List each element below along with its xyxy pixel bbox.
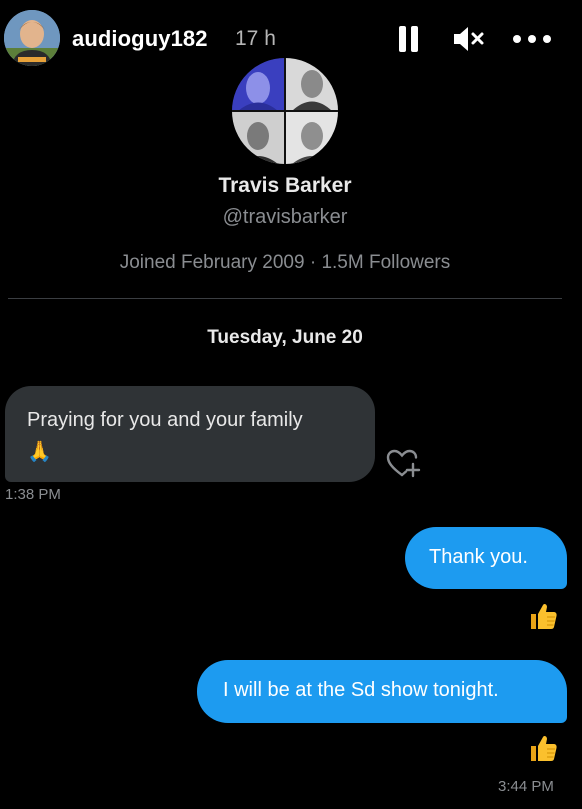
message-text: Praying for you and your family [27,409,303,431]
user-avatar-icon [4,10,60,66]
profile-handle: @travisbarker [222,206,348,228]
message-timestamp: 1:38 PM [5,486,61,503]
message-bubble-outgoing[interactable]: Thank you. [405,527,567,589]
thumbs-up-reaction-icon[interactable] [528,601,558,631]
story-timestamp: 17 h [235,27,276,50]
user-avatar[interactable] [4,10,60,66]
message-bubble-outgoing[interactable]: I will be at the Sd show tonight. [197,660,567,723]
date-separator: Tuesday, June 20 [207,327,363,348]
profile-photo-collage-icon [232,58,338,164]
more-icon[interactable] [512,24,552,54]
pause-icon[interactable] [398,24,420,54]
thumbs-up-reaction-icon[interactable] [528,733,558,763]
story-username[interactable]: audioguy182 [72,26,208,52]
pray-emoji: 🙏 [27,441,52,463]
add-reaction-icon[interactable] [386,448,422,480]
message-timestamp: 3:44 PM [498,778,554,795]
profile-name[interactable]: Travis Barker [0,174,570,198]
message-bubble-incoming[interactable]: Praying for you and your family 🙏 [5,386,375,482]
divider [8,298,562,299]
profile-meta: Joined February 2009 · 1.5M Followers [119,252,451,273]
mute-icon[interactable] [452,24,486,54]
profile-photo[interactable] [232,58,338,164]
